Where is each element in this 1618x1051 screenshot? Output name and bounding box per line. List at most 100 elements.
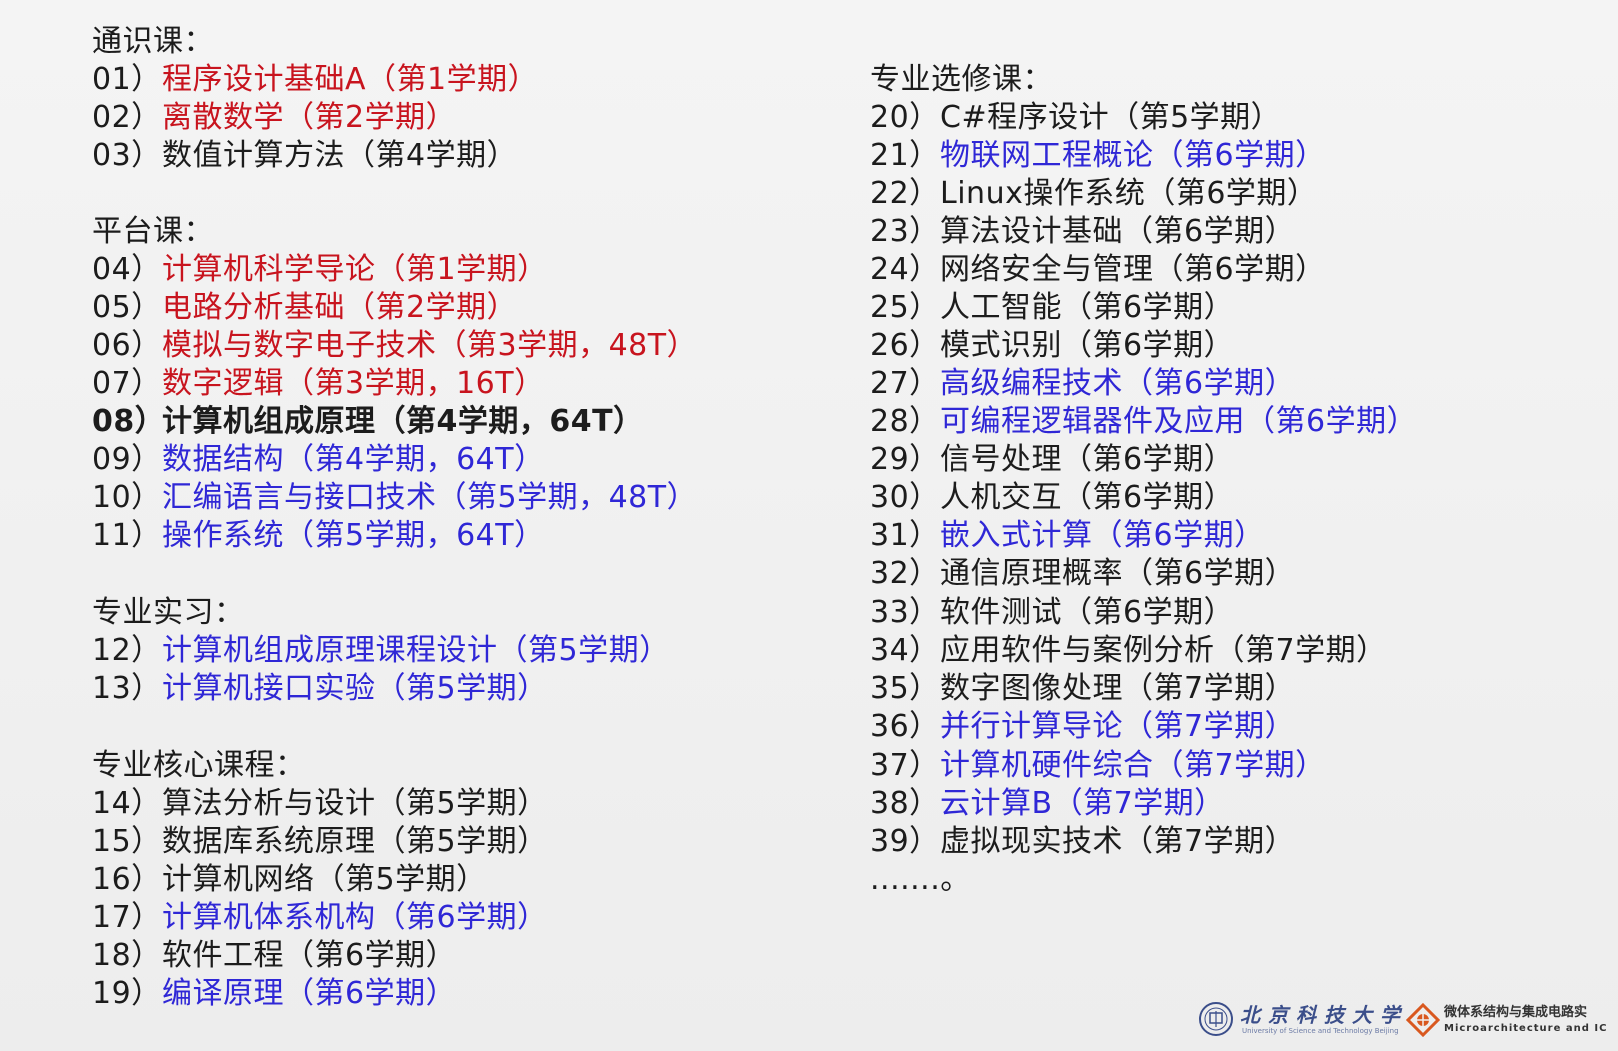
course-name: 电路分析基础（第2学期） bbox=[162, 290, 518, 325]
course-name: 算法设计基础（第6学期） bbox=[940, 214, 1296, 249]
course-item: 25）人工智能（第6学期） bbox=[870, 288, 1234, 328]
lab-name: 微体系结构与集成电路实 bbox=[1444, 1005, 1588, 1020]
university-seal-icon bbox=[1199, 1002, 1233, 1036]
course-name: 软件工程（第6学期） bbox=[162, 938, 457, 973]
course-item: 14）算法分析与设计（第5学期） bbox=[92, 784, 548, 824]
course-name: 数字图像处理（第7学期） bbox=[940, 671, 1296, 706]
course-number: 32） bbox=[870, 556, 940, 591]
course-item: 21）物联网工程概论（第6学期） bbox=[870, 136, 1326, 176]
course-number: 02） bbox=[92, 100, 162, 135]
course-number: 01） bbox=[92, 62, 162, 97]
course-item: 20）C#程序设计（第5学期） bbox=[870, 98, 1281, 138]
course-number: 13） bbox=[92, 671, 162, 706]
course-number: 21） bbox=[870, 138, 940, 173]
course-name: 人工智能（第6学期） bbox=[940, 290, 1235, 325]
course-name: 人机交互（第6学期） bbox=[940, 480, 1235, 515]
course-number: 36） bbox=[870, 709, 940, 744]
course-number: 33） bbox=[870, 595, 940, 630]
lab-logo-icon bbox=[1406, 1003, 1440, 1037]
course-name: Linux操作系统（第6学期） bbox=[940, 176, 1318, 211]
course-name: 离散数学（第2学期） bbox=[162, 100, 457, 135]
course-name: 编译原理（第6学期） bbox=[162, 976, 457, 1011]
course-name: 高级编程技术（第6学期） bbox=[940, 366, 1296, 401]
course-name: 信号处理（第6学期） bbox=[940, 442, 1235, 477]
course-number: 06） bbox=[92, 328, 162, 363]
course-item: 04）计算机科学导论（第1学期） bbox=[92, 250, 548, 290]
course-number: 11） bbox=[92, 518, 162, 553]
course-number: 34） bbox=[870, 633, 940, 668]
course-item: 29）信号处理（第6学期） bbox=[870, 440, 1234, 480]
ellipsis: .......。 bbox=[870, 862, 971, 897]
course-name: 数值计算方法（第4学期） bbox=[162, 138, 518, 173]
footer-logos: 北京科技大学 University of Science and Technol… bbox=[1198, 993, 1618, 1051]
course-number: 18） bbox=[92, 938, 162, 973]
course-name: 网络安全与管理（第6学期） bbox=[940, 252, 1326, 287]
course-item: 37）计算机硬件综合（第7学期） bbox=[870, 746, 1326, 786]
section-heading-general: 通识课： bbox=[92, 24, 214, 59]
course-name: 数字逻辑（第3学期，16T） bbox=[162, 366, 545, 401]
course-name: 计算机接口实验（第5学期） bbox=[162, 671, 548, 706]
course-item: 31）嵌入式计算（第6学期） bbox=[870, 516, 1265, 556]
course-name: 汇编语言与接口技术（第5学期，48T） bbox=[162, 480, 698, 515]
course-item: 24）网络安全与管理（第6学期） bbox=[870, 250, 1326, 290]
course-number: 39） bbox=[870, 824, 940, 859]
course-item: 30）人机交互（第6学期） bbox=[870, 478, 1234, 518]
lab-subtitle: Microarchitecture and IC bbox=[1444, 1023, 1608, 1034]
course-item: 27）高级编程技术（第6学期） bbox=[870, 364, 1295, 404]
course-item: 35）数字图像处理（第7学期） bbox=[870, 669, 1295, 709]
course-name: 计算机硬件综合（第7学期） bbox=[940, 748, 1326, 783]
course-name: 数据结构（第4学期，64T） bbox=[162, 442, 545, 477]
course-name: 模拟与数字电子技术（第3学期，48T） bbox=[162, 328, 698, 363]
course-item-highlighted: 08）计算机组成原理（第4学期，64T） bbox=[92, 402, 644, 442]
course-number: 38） bbox=[870, 786, 940, 821]
course-number: 30） bbox=[870, 480, 940, 515]
course-item: 09）数据结构（第4学期，64T） bbox=[92, 440, 545, 480]
course-item: 23）算法设计基础（第6学期） bbox=[870, 212, 1295, 252]
course-number: 10） bbox=[92, 480, 162, 515]
course-name: 计算机组成原理（第4学期，64T） bbox=[162, 404, 644, 439]
university-subtitle: University of Science and Technology Bei… bbox=[1242, 1027, 1399, 1035]
course-number: 24） bbox=[870, 252, 940, 287]
course-item: 10）汇编语言与接口技术（第5学期，48T） bbox=[92, 478, 697, 518]
course-item: 32）通信原理概率（第6学期） bbox=[870, 554, 1295, 594]
course-item: 26）模式识别（第6学期） bbox=[870, 326, 1234, 366]
course-number: 35） bbox=[870, 671, 940, 706]
course-number: 27） bbox=[870, 366, 940, 401]
course-name: 算法分析与设计（第5学期） bbox=[162, 786, 548, 821]
course-number: 28） bbox=[870, 404, 940, 439]
course-name: 计算机科学导论（第1学期） bbox=[162, 252, 548, 287]
course-item: 17）计算机体系机构（第6学期） bbox=[92, 898, 548, 938]
course-item: 19）编译原理（第6学期） bbox=[92, 974, 456, 1014]
course-number: 22） bbox=[870, 176, 940, 211]
course-number: 16） bbox=[92, 862, 162, 897]
course-number: 23） bbox=[870, 214, 940, 249]
course-item: 15）数据库系统原理（第5学期） bbox=[92, 822, 548, 862]
course-number: 20） bbox=[870, 100, 940, 135]
course-name: 并行计算导论（第7学期） bbox=[940, 709, 1296, 744]
course-item: 18）软件工程（第6学期） bbox=[92, 936, 456, 976]
course-item: 22）Linux操作系统（第6学期） bbox=[870, 174, 1317, 214]
course-number: 37） bbox=[870, 748, 940, 783]
course-item: 06）模拟与数字电子技术（第3学期，48T） bbox=[92, 326, 697, 366]
course-item: 39）虚拟现实技术（第7学期） bbox=[870, 822, 1295, 862]
section-heading-electives: 专业选修课： bbox=[870, 62, 1053, 97]
course-item: 11）操作系统（第5学期，64T） bbox=[92, 516, 545, 556]
course-name: 操作系统（第5学期，64T） bbox=[162, 518, 545, 553]
course-number: 12） bbox=[92, 633, 162, 668]
course-item: 07）数字逻辑（第3学期，16T） bbox=[92, 364, 545, 404]
course-number: 29） bbox=[870, 442, 940, 477]
course-name: 计算机网络（第5学期） bbox=[162, 862, 487, 897]
course-item: 28）可编程逻辑器件及应用（第6学期） bbox=[870, 402, 1417, 442]
course-item: 36）并行计算导论（第7学期） bbox=[870, 707, 1295, 747]
course-item: 16）计算机网络（第5学期） bbox=[92, 860, 487, 900]
course-number: 09） bbox=[92, 442, 162, 477]
section-heading-internship: 专业实习： bbox=[92, 595, 245, 630]
course-name: 软件测试（第6学期） bbox=[940, 595, 1235, 630]
section-heading-core: 专业核心课程： bbox=[92, 748, 306, 783]
course-number: 14） bbox=[92, 786, 162, 821]
course-item: 01）程序设计基础A（第1学期） bbox=[92, 60, 538, 100]
course-item: 02）离散数学（第2学期） bbox=[92, 98, 456, 138]
course-name: 程序设计基础A（第1学期） bbox=[162, 62, 539, 97]
course-item: 33）软件测试（第6学期） bbox=[870, 593, 1234, 633]
course-number: 25） bbox=[870, 290, 940, 325]
